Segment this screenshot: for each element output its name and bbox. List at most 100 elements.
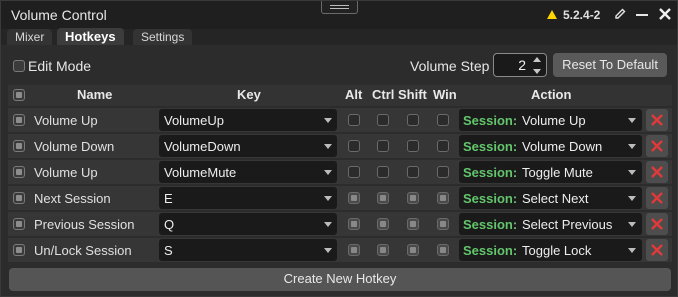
delete-button[interactable] <box>646 135 668 157</box>
key-dropdown[interactable]: VolumeMute <box>159 161 337 183</box>
ctrl-checkbox[interactable] <box>377 166 389 178</box>
shift-checkbox[interactable] <box>407 166 419 178</box>
delete-button[interactable] <box>646 187 668 209</box>
key-dropdown[interactable]: VolumeDown <box>159 135 337 157</box>
hotkey-name: Un/Lock Session <box>34 243 132 258</box>
create-new-hotkey-button[interactable]: Create New Hotkey <box>9 268 671 291</box>
row-select-checkbox[interactable] <box>13 244 25 256</box>
ctrl-checkbox[interactable] <box>377 244 389 256</box>
hotkey-name: Previous Session <box>34 217 135 232</box>
row-select-checkbox[interactable] <box>13 218 25 230</box>
alt-checkbox[interactable] <box>348 140 360 152</box>
edit-mode-checkbox[interactable] <box>13 60 25 72</box>
action-dropdown[interactable]: Session: Volume Up <box>459 109 642 131</box>
key-value: VolumeMute <box>164 165 237 180</box>
volume-step-value[interactable]: 2 <box>512 57 526 73</box>
chevron-down-icon <box>324 196 332 201</box>
tab-mixer[interactable]: Mixer <box>7 29 53 45</box>
win-checkbox[interactable] <box>437 244 449 256</box>
chevron-down-icon <box>324 222 332 227</box>
action-value: Toggle Lock <box>522 243 592 258</box>
alt-checkbox[interactable] <box>348 114 360 126</box>
action-value: Volume Down <box>522 139 603 154</box>
shift-checkbox[interactable] <box>407 114 419 126</box>
minimize-icon[interactable] <box>635 8 649 22</box>
ctrl-checkbox[interactable] <box>377 114 389 126</box>
key-dropdown[interactable]: E <box>159 187 337 209</box>
session-prefix: Session: <box>463 243 518 258</box>
header-name: Name <box>77 87 113 102</box>
alt-checkbox[interactable] <box>348 192 360 204</box>
ctrl-checkbox[interactable] <box>377 218 389 230</box>
edit-mode-label: Edit Mode <box>28 58 92 74</box>
hotkey-name: Volume Up <box>34 113 98 128</box>
session-prefix: Session: <box>463 217 518 232</box>
header-shift: Shift <box>398 87 427 102</box>
chevron-down-icon <box>628 170 636 175</box>
win-checkbox[interactable] <box>437 166 449 178</box>
drag-handle[interactable] <box>321 1 358 14</box>
row-select-checkbox[interactable] <box>13 114 25 126</box>
close-icon[interactable] <box>657 6 673 22</box>
hotkey-name: Next Session <box>34 191 111 206</box>
key-value: VolumeDown <box>164 139 241 154</box>
alt-checkbox[interactable] <box>348 244 360 256</box>
action-dropdown[interactable]: Session: Volume Down <box>459 135 642 157</box>
delete-button[interactable] <box>646 239 668 261</box>
key-dropdown[interactable]: S <box>159 239 337 261</box>
tab-settings[interactable]: Settings <box>133 29 193 45</box>
shift-checkbox[interactable] <box>407 218 419 230</box>
alt-checkbox[interactable] <box>348 218 360 230</box>
chevron-down-icon <box>324 170 332 175</box>
delete-button[interactable] <box>646 109 668 131</box>
shift-checkbox[interactable] <box>407 244 419 256</box>
window-title: Volume Control <box>11 7 107 23</box>
delete-button[interactable] <box>646 161 668 183</box>
action-dropdown[interactable]: Session: Toggle Mute <box>459 161 642 183</box>
reset-to-default-button[interactable]: Reset To Default <box>553 53 667 77</box>
delete-icon <box>651 218 663 230</box>
version-label: 5.2.4-2 <box>563 8 601 22</box>
step-up-icon[interactable] <box>529 54 545 65</box>
tab-bar: Mixer Hotkeys Settings <box>1 28 677 45</box>
chevron-down-icon <box>324 118 332 123</box>
header-win: Win <box>433 87 457 102</box>
session-prefix: Session: <box>463 165 518 180</box>
key-value: S <box>164 243 173 258</box>
win-checkbox[interactable] <box>437 192 449 204</box>
win-checkbox[interactable] <box>437 140 449 152</box>
step-down-icon[interactable] <box>529 66 545 77</box>
key-dropdown[interactable]: VolumeUp <box>159 109 337 131</box>
delete-button[interactable] <box>646 213 668 235</box>
ctrl-checkbox[interactable] <box>377 140 389 152</box>
volume-step-label: Volume Step <box>410 58 490 74</box>
select-all-checkbox[interactable] <box>13 89 25 101</box>
key-value: E <box>164 191 173 206</box>
action-dropdown[interactable]: Session: Select Next <box>459 187 642 209</box>
shift-checkbox[interactable] <box>407 140 419 152</box>
title-bar[interactable]: Volume Control 5.2.4-2 <box>1 1 677 29</box>
row-select-checkbox[interactable] <box>13 192 25 204</box>
action-dropdown[interactable]: Session: Select Previous <box>459 213 642 235</box>
hotkey-name: Volume Up <box>34 165 98 180</box>
row-select-checkbox[interactable] <box>13 140 25 152</box>
delete-icon <box>651 114 663 126</box>
hotkey-name: Volume Down <box>34 139 115 154</box>
session-prefix: Session: <box>463 139 518 154</box>
alt-checkbox[interactable] <box>348 166 360 178</box>
chevron-down-icon <box>324 144 332 149</box>
row-select-checkbox[interactable] <box>13 166 25 178</box>
ctrl-checkbox[interactable] <box>377 192 389 204</box>
session-prefix: Session: <box>463 191 518 206</box>
delete-icon <box>651 244 663 256</box>
header-key: Key <box>237 87 261 102</box>
delete-icon <box>651 166 663 178</box>
win-checkbox[interactable] <box>437 114 449 126</box>
shift-checkbox[interactable] <box>407 192 419 204</box>
header-alt: Alt <box>345 87 363 102</box>
tab-hotkeys[interactable]: Hotkeys <box>57 28 124 45</box>
key-dropdown[interactable]: Q <box>159 213 337 235</box>
pencil-icon[interactable] <box>613 7 627 21</box>
action-dropdown[interactable]: Session: Toggle Lock <box>459 239 642 261</box>
win-checkbox[interactable] <box>437 218 449 230</box>
